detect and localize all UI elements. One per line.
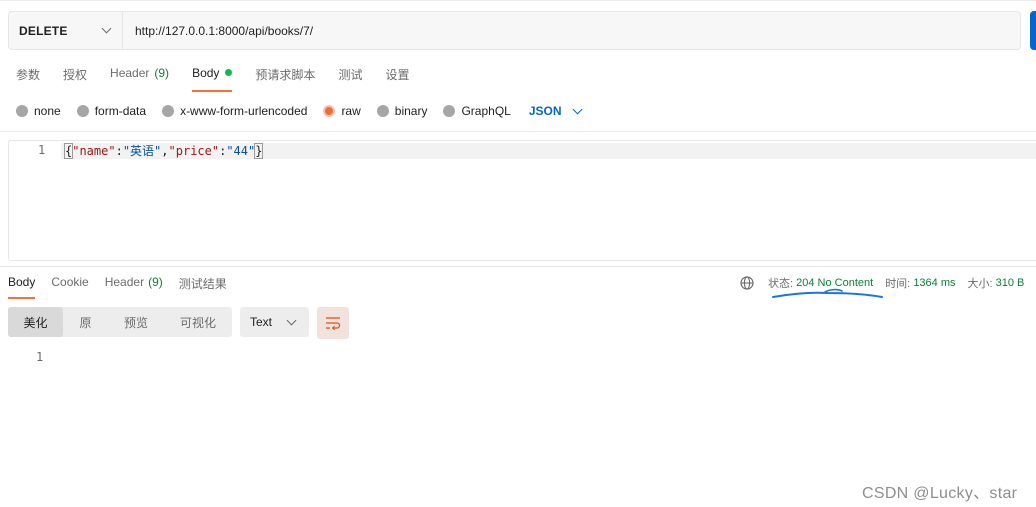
top-divider: [0, 0, 1036, 1]
response-tab-headers[interactable]: Header (9): [105, 275, 163, 297]
divider: [0, 131, 1036, 132]
watermark: CSDN @Lucky、star: [862, 485, 1018, 502]
code-token: "44": [226, 144, 256, 158]
time-label: 时间:: [885, 278, 911, 290]
radio-selected-icon: [323, 105, 336, 117]
tab-params[interactable]: 参数: [16, 66, 40, 90]
radio-label: form-data: [94, 104, 147, 118]
tab-headers[interactable]: Header (9): [110, 66, 169, 90]
view-label: 预览: [123, 315, 148, 330]
chevron-down-icon: [286, 315, 297, 326]
tab-label: Header: [104, 275, 145, 289]
tab-tests[interactable]: 测试: [338, 66, 362, 90]
request-url-bar: DELETE: [8, 11, 1021, 50]
tab-label: 设置: [385, 68, 410, 82]
tab-label: Header: [110, 66, 150, 80]
tab-pre-request-script[interactable]: 预请求脚本: [255, 66, 315, 90]
tab-label: 预请求脚本: [255, 68, 316, 82]
wrap-lines-button[interactable]: [317, 307, 349, 339]
radio-label: none: [34, 104, 61, 118]
radio-label: binary: [394, 104, 428, 118]
view-label: 可视化: [179, 315, 216, 330]
method-dropdown[interactable]: DELETE: [9, 12, 123, 49]
view-label: 原: [79, 315, 92, 330]
code-token: "price": [168, 144, 220, 158]
view-label: 美化: [23, 315, 48, 330]
tab-settings[interactable]: 设置: [385, 66, 409, 90]
body-format-label: JSON: [528, 104, 562, 118]
code-token: "英语": [122, 144, 162, 158]
send-button[interactable]: [1030, 11, 1036, 50]
response-view-switcher: 美化 原 预览 可视化: [8, 307, 232, 337]
view-raw-button[interactable]: 原: [63, 307, 108, 337]
divider: [0, 266, 1036, 267]
radio-x-www-form-urlencoded[interactable]: x-www-form-urlencoded: [162, 104, 307, 118]
radio-circle-icon: [162, 105, 175, 117]
method-label: DELETE: [19, 23, 68, 38]
radio-binary[interactable]: binary: [376, 104, 428, 118]
url-input[interactable]: [123, 12, 1020, 49]
tab-label: 测试: [338, 68, 363, 82]
response-tab-body[interactable]: Body: [8, 275, 36, 299]
tab-label: Body: [192, 66, 220, 80]
chevron-down-icon: [101, 23, 112, 34]
response-format-dropdown[interactable]: Text: [240, 307, 309, 337]
code-token: :: [115, 144, 123, 158]
radio-label: x-www-form-urlencoded: [180, 104, 308, 118]
radio-label: GraphQL: [461, 104, 511, 118]
tab-count: (9): [154, 66, 170, 80]
size-value[interactable]: 310 B: [996, 277, 1025, 289]
code-token: }: [254, 143, 264, 159]
radio-raw[interactable]: raw: [323, 104, 361, 118]
globe-icon[interactable]: [740, 276, 754, 290]
tab-count: (9): [148, 275, 163, 289]
body-type-selector: none form-data x-www-form-urlencoded raw…: [16, 103, 582, 119]
code-line: {"name":"英语","price":"44"}: [63, 143, 264, 159]
modified-dot-icon: [225, 69, 233, 76]
radio-label: raw: [341, 104, 361, 118]
tab-label: 授权: [63, 68, 88, 82]
request-tabs: 参数 授权 Header (9) Body 预请求脚本 测试 设置: [16, 66, 432, 92]
wrap-lines-icon: [326, 317, 341, 330]
tab-label: Body: [8, 275, 36, 289]
radio-circle-icon: [16, 105, 28, 117]
radio-circle-icon: [76, 105, 89, 117]
line-number: 1: [38, 143, 46, 157]
view-visualize-button[interactable]: 可视化: [164, 307, 232, 337]
view-pretty-button[interactable]: 美化: [8, 307, 63, 337]
radio-graphql[interactable]: GraphQL: [443, 104, 511, 118]
time-value[interactable]: 1364 ms: [913, 277, 955, 289]
response-tab-cookie[interactable]: Cookie: [51, 275, 88, 297]
size-label: 大小:: [967, 278, 993, 290]
body-format-dropdown[interactable]: JSON: [528, 104, 582, 118]
tab-label: 测试结果: [178, 277, 227, 291]
radio-circle-icon: [443, 105, 456, 117]
tab-label: 参数: [16, 68, 41, 82]
radio-form-data[interactable]: form-data: [76, 104, 147, 118]
response-tab-test-results[interactable]: 测试结果: [179, 275, 227, 297]
code-token: "name": [72, 144, 116, 158]
response-format-label: Text: [250, 315, 273, 329]
radio-none[interactable]: none: [16, 104, 61, 118]
radio-circle-icon: [376, 105, 389, 117]
tab-auth[interactable]: 授权: [63, 66, 87, 90]
response-tabs: Body Cookie Header (9) 测试结果: [8, 275, 243, 299]
request-body-editor[interactable]: 1 {"name":"英语","price":"44"}: [8, 140, 1036, 261]
chevron-down-icon: [572, 104, 582, 114]
handdrawn-underline-annotation: [772, 288, 883, 298]
code-token: ,: [161, 144, 169, 158]
response-line-number: 1: [36, 350, 44, 364]
view-preview-button[interactable]: 预览: [108, 307, 164, 337]
tab-body[interactable]: Body: [192, 66, 233, 92]
tab-label: Cookie: [51, 275, 89, 289]
